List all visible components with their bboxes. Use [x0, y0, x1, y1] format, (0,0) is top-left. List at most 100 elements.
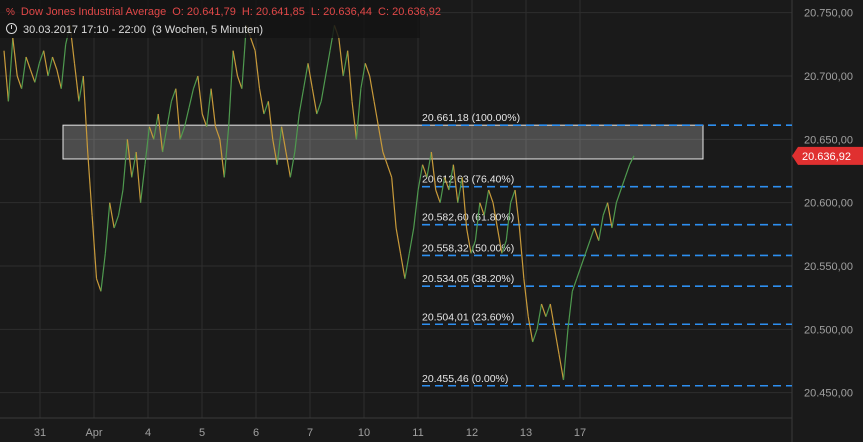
- price-segment: [514, 189, 521, 229]
- y-tick-label: 20.450,00: [804, 388, 853, 400]
- y-tick-label: 20.500,00: [804, 324, 853, 336]
- price-segment: [540, 303, 547, 317]
- price-segment: [518, 227, 525, 279]
- price-segment: [598, 215, 604, 241]
- price-segment: [615, 189, 622, 203]
- price-segment: [558, 354, 565, 381]
- price-segment: [325, 50, 331, 77]
- price-segment: [43, 50, 49, 77]
- price-segment: [316, 101, 322, 115]
- price-segment: [369, 75, 375, 102]
- fib-label: 20.504,01 (23.60%): [422, 311, 514, 323]
- price-segment: [109, 202, 115, 229]
- price-segment: [104, 202, 111, 254]
- price-segment: [139, 164, 146, 203]
- price-segment: [250, 37, 256, 51]
- fib-label: 20.661,18 (100.00%): [422, 112, 520, 124]
- price-segment: [532, 329, 538, 343]
- price-segment: [593, 227, 600, 241]
- price-segment: [21, 56, 27, 89]
- x-tick-label: 12: [466, 427, 478, 439]
- price-segment: [113, 215, 120, 229]
- timeframe-text: 30.03.2017 17:10 - 22:00: [23, 24, 146, 36]
- price-segment: [206, 88, 212, 127]
- price-segment: [408, 227, 415, 254]
- price-segment: [536, 303, 543, 330]
- price-segment: [549, 303, 556, 330]
- price-segment: [386, 164, 393, 178]
- price-segment: [624, 164, 631, 178]
- price-segment: [56, 69, 62, 89]
- close-value: C: 20.636,92: [378, 6, 442, 18]
- price-segment: [60, 44, 67, 89]
- x-tick-label: Apr: [85, 427, 102, 439]
- last-price-label: 20.636,92: [802, 151, 851, 163]
- x-tick-label: 10: [358, 427, 370, 439]
- ohlc-row: % Dow Jones Industrial Average O: 20.641,7…: [6, 6, 447, 18]
- price-segment: [25, 56, 32, 70]
- price-segment: [298, 88, 305, 115]
- price-segment: [16, 75, 23, 89]
- high-value: H: 20.641,85: [241, 6, 305, 18]
- price-segment: [320, 75, 327, 102]
- price-segment: [47, 56, 54, 77]
- price-segment: [571, 278, 578, 292]
- x-axis: 31 Apr 4 5 6 7 10 11 12 13 17: [34, 427, 586, 439]
- price-segment: [311, 88, 318, 115]
- price-segment: [228, 50, 234, 127]
- price-segment: [589, 227, 595, 241]
- clock-icon: [6, 23, 17, 34]
- price-segment: [232, 50, 239, 77]
- price-segment: [258, 88, 265, 115]
- y-tick-label: 20.700,00: [804, 71, 853, 83]
- price-segment: [554, 329, 560, 355]
- price-segment: [7, 37, 14, 102]
- price-segment: [395, 227, 402, 254]
- fib-label: 20.612,63 (76.40%): [422, 174, 514, 186]
- y-tick-label: 20.600,00: [804, 198, 853, 210]
- price-segment: [373, 101, 380, 127]
- price-segment: [95, 278, 102, 292]
- open-value: O: 20.641,79: [172, 6, 236, 18]
- fib-label: 20.582,60 (61.80%): [422, 212, 514, 224]
- price-segment: [192, 75, 199, 89]
- price-segment: [488, 189, 494, 203]
- price-segment: [562, 329, 569, 381]
- y-tick-label: 20.750,00: [804, 8, 853, 20]
- x-tick-label: 13: [520, 427, 532, 439]
- fib-label: 20.534,05 (38.20%): [422, 273, 514, 285]
- price-chart[interactable]: 20.661,18 (100.00%) 20.612,63 (76.40%) 20.…: [0, 0, 863, 442]
- price-segment: [184, 107, 190, 127]
- last-price-badge: 20.636,92: [792, 146, 863, 165]
- x-tick-label: 5: [199, 427, 205, 439]
- price-segment: [78, 75, 84, 102]
- price-segment: [435, 189, 441, 203]
- price-segment: [188, 88, 195, 108]
- percent-chart-icon[interactable]: %: [6, 7, 15, 18]
- low-value: L: 20.636,44: [310, 6, 373, 18]
- x-tick-label: 17: [574, 427, 586, 439]
- price-segment: [263, 101, 269, 115]
- x-tick-label: 4: [145, 427, 151, 439]
- price-segment: [364, 63, 371, 77]
- price-segment: [73, 63, 80, 102]
- price-segment: [413, 189, 419, 229]
- price-segment: [602, 202, 609, 216]
- price-segment: [620, 177, 626, 191]
- y-axis: 20.750,00 20.700,00 20.650,00 20.600,00 20.5…: [804, 8, 853, 400]
- price-segment: [51, 56, 58, 70]
- interval-text: (3 Wochen, 5 Minuten): [151, 24, 264, 36]
- price-segment: [170, 88, 177, 102]
- price-segment: [342, 50, 349, 77]
- y-tick-label: 20.550,00: [804, 261, 853, 273]
- instrument-title: Dow Jones Industrial Average: [20, 6, 167, 18]
- price-segment: [12, 37, 18, 77]
- price-segment: [545, 303, 551, 317]
- price-segment: [100, 253, 106, 292]
- price-segment: [510, 189, 516, 203]
- price-segment: [338, 37, 344, 77]
- price-segment: [210, 88, 217, 127]
- price-segment: [584, 240, 591, 254]
- x-tick-label: 11: [412, 427, 423, 439]
- x-tick-label: 31: [34, 427, 46, 439]
